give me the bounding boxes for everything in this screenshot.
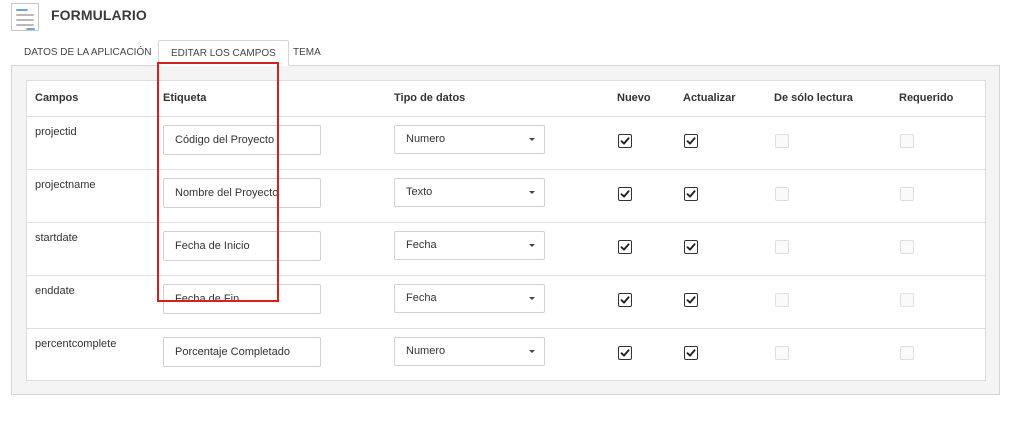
label-input[interactable] <box>163 178 321 208</box>
nuevo-checkbox[interactable] <box>618 240 632 254</box>
column-header-tipo-datos: Tipo de datos <box>394 92 466 104</box>
solo-lectura-checkbox[interactable] <box>775 187 789 201</box>
caret-down-icon <box>529 244 535 247</box>
label-input[interactable] <box>163 337 321 367</box>
data-type-value: Numero <box>406 133 446 145</box>
data-type-value: Fecha <box>406 292 437 304</box>
column-header-actualizar: Actualizar <box>683 92 736 104</box>
page-header: FORMULARIO <box>11 3 147 31</box>
column-header-etiqueta: Etiqueta <box>163 92 207 104</box>
tab-editar-campos[interactable]: EDITAR LOS CAMPOS <box>158 40 289 66</box>
column-header-campos: Campos <box>35 92 79 104</box>
solo-lectura-checkbox[interactable] <box>775 293 789 307</box>
caret-down-icon <box>529 191 535 194</box>
data-type-value: Texto <box>406 186 433 198</box>
data-type-select[interactable]: Numero <box>394 337 545 366</box>
column-header-nuevo: Nuevo <box>617 92 651 104</box>
requerido-checkbox[interactable] <box>900 346 914 360</box>
data-type-select[interactable]: Fecha <box>394 231 545 260</box>
table-row: projectid Numero <box>27 117 985 170</box>
nuevo-checkbox[interactable] <box>618 134 632 148</box>
caret-down-icon <box>529 350 535 353</box>
table-row: enddate Fecha <box>27 276 985 329</box>
solo-lectura-checkbox[interactable] <box>775 346 789 360</box>
data-type-select[interactable]: Numero <box>394 125 545 154</box>
requerido-checkbox[interactable] <box>900 240 914 254</box>
table-row: startdate Fecha <box>27 223 985 276</box>
requerido-checkbox[interactable] <box>900 293 914 307</box>
label-input[interactable] <box>163 125 321 155</box>
column-header-solo-lectura: De sólo lectura <box>774 92 853 104</box>
tab-bar: DATOS DE LA APLICACIÓN EDITAR LOS CAMPOS… <box>11 40 1000 66</box>
actualizar-checkbox[interactable] <box>684 187 698 201</box>
data-type-value: Fecha <box>406 239 437 251</box>
actualizar-checkbox[interactable] <box>684 240 698 254</box>
data-type-select[interactable]: Fecha <box>394 284 545 313</box>
fields-panel: Campos Etiqueta Tipo de datos Nuevo Actu… <box>11 65 1000 395</box>
form-icon <box>11 3 39 31</box>
caret-down-icon <box>529 138 535 141</box>
solo-lectura-checkbox[interactable] <box>775 240 789 254</box>
page-title: FORMULARIO <box>51 7 147 23</box>
tab-datos-aplicacion[interactable]: DATOS DE LA APLICACIÓN <box>12 40 163 66</box>
requerido-checkbox[interactable] <box>900 134 914 148</box>
table-row: projectname Texto <box>27 170 985 223</box>
fields-table: Campos Etiqueta Tipo de datos Nuevo Actu… <box>26 80 986 381</box>
table-row: percentcomplete Numero <box>27 329 985 382</box>
caret-down-icon <box>529 297 535 300</box>
field-name: projectname <box>35 179 96 191</box>
nuevo-checkbox[interactable] <box>618 346 632 360</box>
field-name: enddate <box>35 285 75 297</box>
column-header-requerido: Requerido <box>899 92 954 104</box>
field-name: startdate <box>35 232 78 244</box>
field-name: projectid <box>35 126 77 138</box>
solo-lectura-checkbox[interactable] <box>775 134 789 148</box>
data-type-value: Numero <box>406 345 446 357</box>
field-name: percentcomplete <box>35 338 117 350</box>
actualizar-checkbox[interactable] <box>684 346 698 360</box>
label-input[interactable] <box>163 284 321 314</box>
actualizar-checkbox[interactable] <box>684 134 698 148</box>
data-type-select[interactable]: Texto <box>394 178 545 207</box>
nuevo-checkbox[interactable] <box>618 187 632 201</box>
nuevo-checkbox[interactable] <box>618 293 632 307</box>
actualizar-checkbox[interactable] <box>684 293 698 307</box>
requerido-checkbox[interactable] <box>900 187 914 201</box>
label-input[interactable] <box>163 231 321 261</box>
